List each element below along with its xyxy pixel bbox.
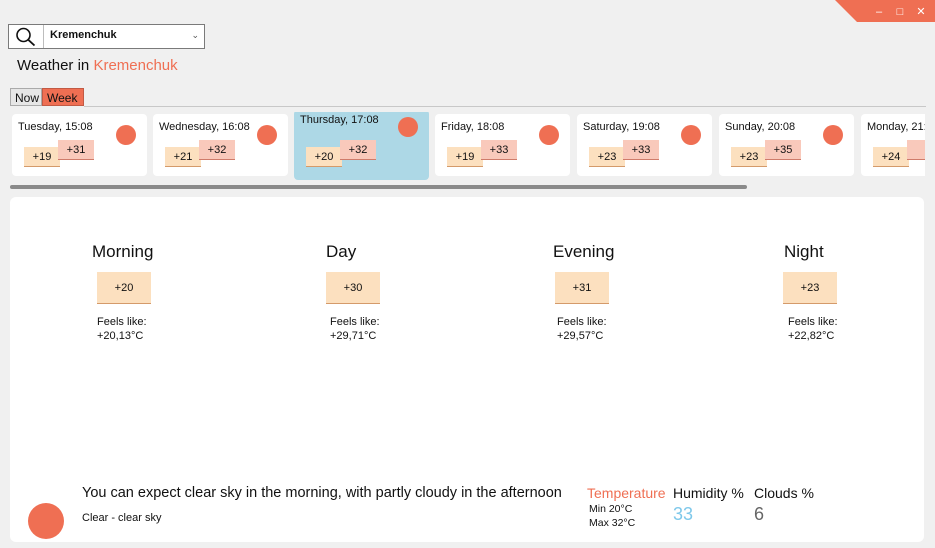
search-separator — [43, 25, 44, 48]
day-card-saturday[interactable]: Saturday, 19:08 +23 +33 — [577, 114, 712, 176]
close-icon[interactable]: ✕ — [914, 6, 928, 18]
feels-like-value: +22,82°C — [788, 330, 835, 342]
min-temp-chip: +24 — [873, 147, 909, 167]
feels-like-label: Feels like: — [330, 316, 380, 328]
maximize-icon[interactable]: □ — [893, 6, 907, 18]
period-night: Night +23 Feels like: +22,82°C — [783, 242, 874, 342]
day-card-thursday[interactable]: Thursday, 17:08 +20 +32 — [294, 112, 429, 180]
day-title: Wednesday, 16:08 — [159, 121, 250, 133]
day-card-sunday[interactable]: Sunday, 20:08 +23 +35 — [719, 114, 854, 176]
day-title: Tuesday, 15:08 — [18, 121, 93, 133]
tab-divider — [84, 106, 926, 107]
min-temp-chip: +21 — [165, 147, 201, 167]
clear-sky-icon — [539, 125, 559, 145]
tab-week[interactable]: Week — [42, 88, 84, 106]
city-input[interactable]: Kremenchuk — [50, 29, 117, 41]
feels-like: Feels like: +29,71°C — [330, 315, 380, 343]
min-temp: Min 20°C — [589, 503, 633, 515]
day-title: Saturday, 19:08 — [583, 121, 660, 133]
max-temp-chip: +32 — [340, 140, 376, 160]
feels-like-label: Feels like: — [788, 316, 838, 328]
min-temp-chip: +23 — [589, 147, 625, 167]
condition-text: Clear - clear sky — [82, 512, 162, 524]
period-temp-chip: +20 — [97, 272, 151, 304]
day-card-friday[interactable]: Friday, 18:08 +19 +33 — [435, 114, 570, 176]
min-temp-chip: +19 — [24, 147, 60, 167]
feels-like-label: Feels like: — [557, 316, 607, 328]
tab-now[interactable]: Now — [10, 88, 42, 106]
feels-like-label: Feels like: — [97, 316, 147, 328]
search-icon[interactable] — [15, 27, 37, 52]
period-evening: Evening +31 Feels like: +29,57°C — [553, 242, 643, 342]
clouds-label: Clouds % — [754, 485, 814, 501]
day-card-tuesday[interactable]: Tuesday, 15:08 +19 +31 — [12, 114, 147, 176]
max-temp-chip: +35 — [765, 140, 801, 160]
max-temp-chip — [907, 140, 925, 160]
period-day: Day +30 Feels like: +29,71°C — [326, 242, 416, 342]
max-temp-chip: +32 — [199, 140, 235, 160]
clear-sky-icon — [257, 125, 277, 145]
min-temp-chip: +19 — [447, 147, 483, 167]
clear-sky-icon — [398, 117, 418, 137]
day-title: Sunday, 20:08 — [725, 121, 796, 133]
forecast-summary: You can expect clear sky in the morning,… — [82, 485, 562, 501]
period-morning: Morning +20 Feels like: +20,13°C — [92, 242, 182, 342]
clouds-value: 6 — [754, 504, 765, 524]
max-temp-chip: +33 — [481, 140, 517, 160]
clear-sky-icon — [823, 125, 843, 145]
max-temp: Max 32°C — [589, 517, 636, 529]
min-temp-chip: +23 — [731, 147, 767, 167]
humidity-value: 33 — [673, 504, 694, 524]
day-card-monday[interactable]: Monday, 21: +24 — [861, 114, 925, 176]
horizontal-scrollbar[interactable] — [10, 185, 747, 189]
clear-sky-icon — [116, 125, 136, 145]
page-title: Weather in Kremenchuk — [17, 57, 178, 74]
temperature-range: Min 20°C Max 32°C — [589, 502, 635, 530]
day-title: Friday, 18:08 — [441, 121, 505, 133]
minimize-icon[interactable]: – — [872, 6, 886, 18]
day-title: Thursday, 17:08 — [300, 114, 379, 126]
max-temp-chip: +31 — [58, 140, 94, 160]
chevron-down-icon[interactable]: ⌄ — [191, 30, 199, 41]
period-temp-chip: +30 — [326, 272, 380, 304]
max-temp-chip: +33 — [623, 140, 659, 160]
day-strip: Tuesday, 15:08 +19 +31 Wednesday, 16:08 … — [10, 112, 925, 180]
feels-like-value: +29,71°C — [330, 330, 377, 342]
title-prefix: Weather in — [17, 57, 90, 74]
day-title: Monday, 21: — [867, 121, 925, 133]
city-search-combobox[interactable]: Kremenchuk ⌄ — [8, 24, 205, 49]
min-temp-chip: +20 — [306, 147, 342, 167]
period-temp-chip: +23 — [783, 272, 837, 304]
clear-sky-icon — [28, 503, 64, 539]
day-card-wednesday[interactable]: Wednesday, 16:08 +21 +32 — [153, 114, 288, 176]
feels-like: Feels like: +29,57°C — [557, 315, 607, 343]
period-temp-chip: +31 — [555, 272, 609, 304]
period-name: Night — [784, 242, 824, 261]
title-city: Kremenchuk — [93, 57, 178, 74]
feels-like: Feels like: +20,13°C — [97, 315, 147, 343]
clear-sky-icon — [681, 125, 701, 145]
period-name: Evening — [553, 242, 615, 261]
humidity-label: Humidity % — [673, 485, 744, 501]
feels-like-value: +20,13°C — [97, 330, 144, 342]
temperature-label: Temperature — [587, 485, 666, 501]
day-detail-panel: Morning +20 Feels like: +20,13°C Day +30… — [10, 197, 924, 542]
feels-like: Feels like: +22,82°C — [788, 315, 838, 343]
period-name: Day — [326, 242, 357, 261]
period-name: Morning — [92, 242, 154, 261]
feels-like-value: +29,57°C — [557, 330, 604, 342]
